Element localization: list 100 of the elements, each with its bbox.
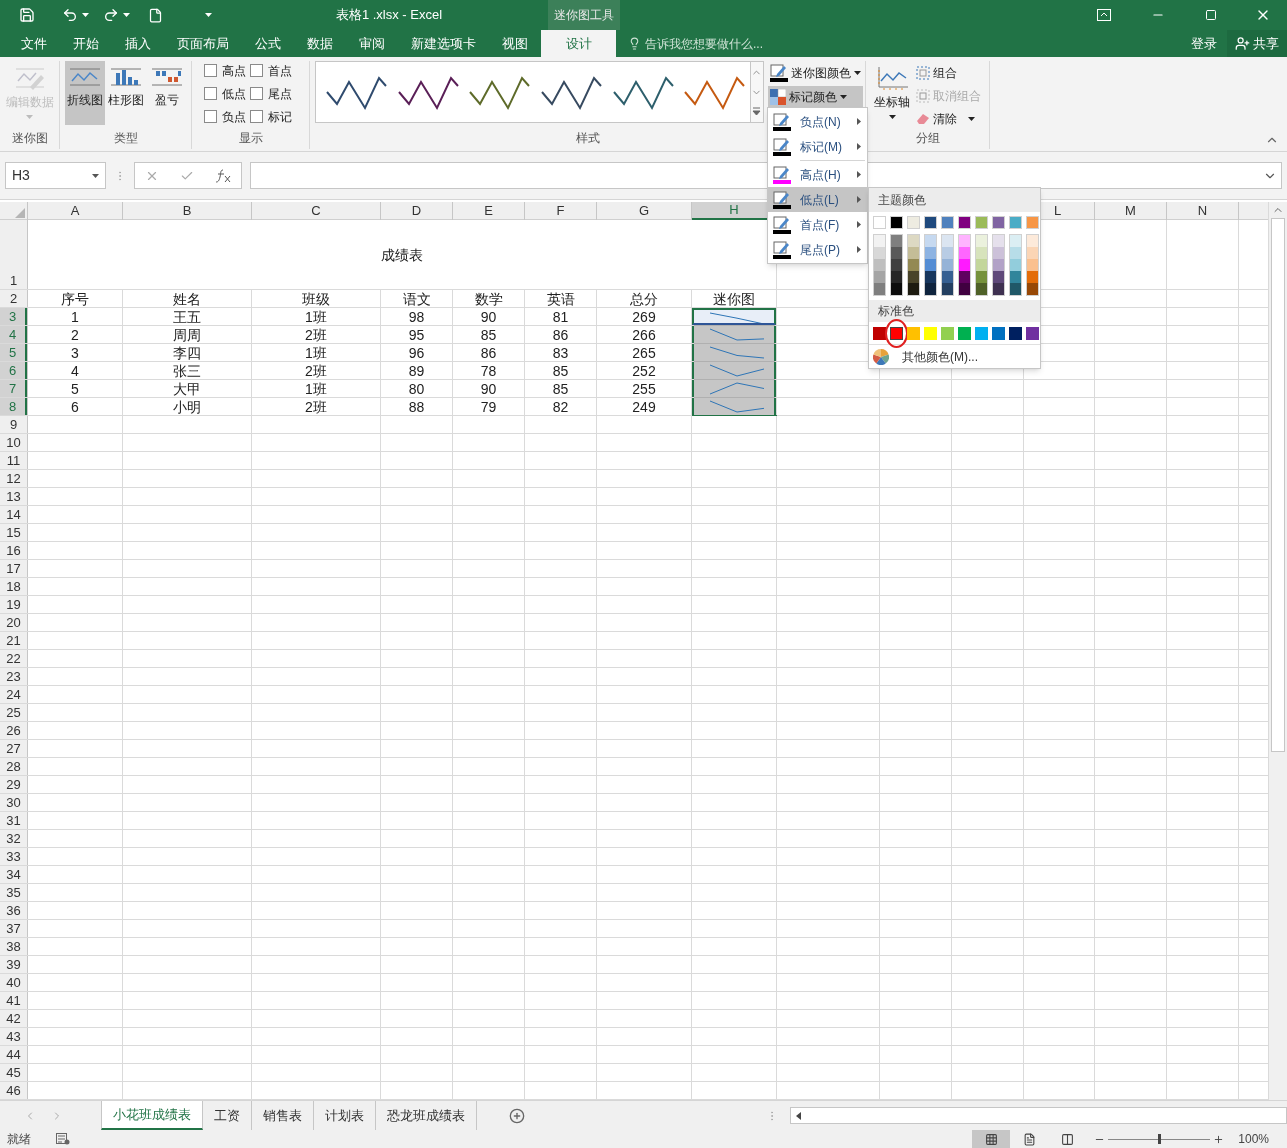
new-file-icon[interactable]: [148, 7, 163, 23]
color-swatch[interactable]: [942, 271, 953, 283]
column-header[interactable]: B: [123, 202, 251, 220]
ribbon-tab[interactable]: 插入: [112, 30, 164, 57]
color-swatch[interactable]: [908, 283, 919, 295]
row-header[interactable]: 7: [0, 380, 27, 397]
row-header[interactable]: 46: [0, 1082, 27, 1099]
chart-type-button[interactable]: 柱形图: [106, 61, 146, 125]
column-header[interactable]: L: [1041, 202, 1094, 220]
row-header[interactable]: 29: [0, 776, 27, 793]
vertical-scrollbar[interactable]: [1268, 202, 1287, 1100]
color-swatch[interactable]: [942, 247, 953, 259]
row-header[interactable]: 33: [0, 848, 27, 865]
checkbox[interactable]: [250, 87, 263, 100]
row-header[interactable]: 4: [0, 326, 27, 343]
row-header[interactable]: 18: [0, 578, 27, 595]
column-header[interactable]: G: [597, 202, 691, 220]
checkbox[interactable]: [250, 110, 263, 123]
checkbox[interactable]: [204, 110, 217, 123]
checkbox[interactable]: [204, 64, 217, 77]
scrollbar-thumb[interactable]: [1271, 218, 1285, 752]
select-all-icon[interactable]: [15, 208, 25, 218]
ribbon-tab[interactable]: 文件: [8, 30, 60, 57]
axis-button[interactable]: 坐标轴: [872, 61, 912, 129]
macro-record-icon[interactable]: [56, 1133, 70, 1145]
save-icon[interactable]: [19, 7, 35, 23]
row-header[interactable]: 21: [0, 632, 27, 649]
row-header[interactable]: 32: [0, 830, 27, 847]
row-header[interactable]: 26: [0, 722, 27, 739]
color-swatch[interactable]: [891, 247, 902, 259]
color-swatch[interactable]: [941, 327, 954, 340]
more-colors-item[interactable]: 其他颜色(M)...: [869, 344, 1040, 368]
color-swatch[interactable]: [908, 235, 919, 247]
checkbox-option[interactable]: 尾点: [250, 85, 292, 102]
color-swatch[interactable]: [993, 259, 1004, 271]
color-swatch[interactable]: [959, 235, 970, 247]
menu-item[interactable]: 标记(M): [768, 134, 867, 159]
column-header[interactable]: N: [1167, 202, 1238, 220]
ribbon-display-icon[interactable]: [1097, 9, 1111, 21]
row-header[interactable]: 38: [0, 938, 27, 955]
color-swatch[interactable]: [1009, 327, 1022, 340]
color-swatch[interactable]: [942, 283, 953, 295]
row-header[interactable]: 5: [0, 344, 27, 361]
color-swatch[interactable]: [976, 259, 987, 271]
row-header[interactable]: 30: [0, 794, 27, 811]
color-swatch[interactable]: [975, 327, 988, 340]
color-swatch[interactable]: [924, 327, 937, 340]
row-header[interactable]: 20: [0, 614, 27, 631]
function-icon[interactable]: [214, 168, 231, 183]
color-swatch[interactable]: [925, 271, 936, 283]
sparkline-cell[interactable]: [692, 308, 776, 325]
more-styles-icon[interactable]: [751, 106, 762, 117]
color-swatch[interactable]: [925, 247, 936, 259]
ribbon-tab[interactable]: 开始: [60, 30, 112, 57]
color-swatch[interactable]: [873, 327, 886, 340]
color-swatch[interactable]: [993, 283, 1004, 295]
color-swatch[interactable]: [1027, 247, 1038, 259]
color-swatch[interactable]: [1026, 327, 1039, 340]
row-header[interactable]: 23: [0, 668, 27, 685]
color-swatch[interactable]: [907, 327, 920, 340]
color-swatch[interactable]: [1027, 259, 1038, 271]
color-swatch[interactable]: [959, 271, 970, 283]
color-swatch[interactable]: [976, 247, 987, 259]
checkbox-option[interactable]: 首点: [250, 62, 292, 79]
color-swatch[interactable]: [925, 235, 936, 247]
row-header[interactable]: 10: [0, 434, 27, 451]
view-button[interactable]: [972, 1130, 1011, 1148]
color-swatch[interactable]: [1027, 235, 1038, 247]
row-header[interactable]: 28: [0, 758, 27, 775]
column-header[interactable]: E: [453, 202, 524, 220]
slider-thumb[interactable]: [1158, 1134, 1162, 1144]
row-header[interactable]: 17: [0, 560, 27, 577]
color-swatch[interactable]: [1027, 283, 1038, 295]
color-swatch[interactable]: [891, 259, 902, 271]
color-swatch[interactable]: [959, 247, 970, 259]
clear-button[interactable]: 清除: [916, 109, 981, 128]
checkbox-option[interactable]: 高点: [204, 62, 246, 79]
color-swatch[interactable]: [1010, 259, 1021, 271]
menu-item[interactable]: 低点(L): [768, 187, 867, 212]
sparkline-cell[interactable]: [692, 362, 776, 379]
column-header[interactable]: C: [252, 202, 380, 220]
redo-icon[interactable]: [103, 7, 119, 23]
column-header[interactable]: D: [381, 202, 452, 220]
marker-color-button[interactable]: 标记颜色: [768, 86, 863, 107]
row-header[interactable]: 27: [0, 740, 27, 757]
column-header[interactable]: A: [28, 202, 122, 220]
sparkline-cell[interactable]: [692, 326, 776, 343]
sparkline-color-button[interactable]: 迷你图颜色: [768, 62, 863, 83]
color-swatch[interactable]: [993, 247, 1004, 259]
color-swatch[interactable]: [874, 247, 885, 259]
color-swatch[interactable]: [925, 259, 936, 271]
row-header[interactable]: 40: [0, 974, 27, 991]
sparkline-cell[interactable]: [692, 398, 776, 415]
row-header[interactable]: 41: [0, 992, 27, 1009]
row-header[interactable]: 45: [0, 1064, 27, 1081]
color-swatch[interactable]: [891, 283, 902, 295]
tell-me-field[interactable]: 告诉我您想要做什么...: [628, 30, 763, 57]
color-swatch[interactable]: [1010, 283, 1021, 295]
row-header[interactable]: 43: [0, 1028, 27, 1045]
row-header[interactable]: 1: [0, 220, 27, 289]
